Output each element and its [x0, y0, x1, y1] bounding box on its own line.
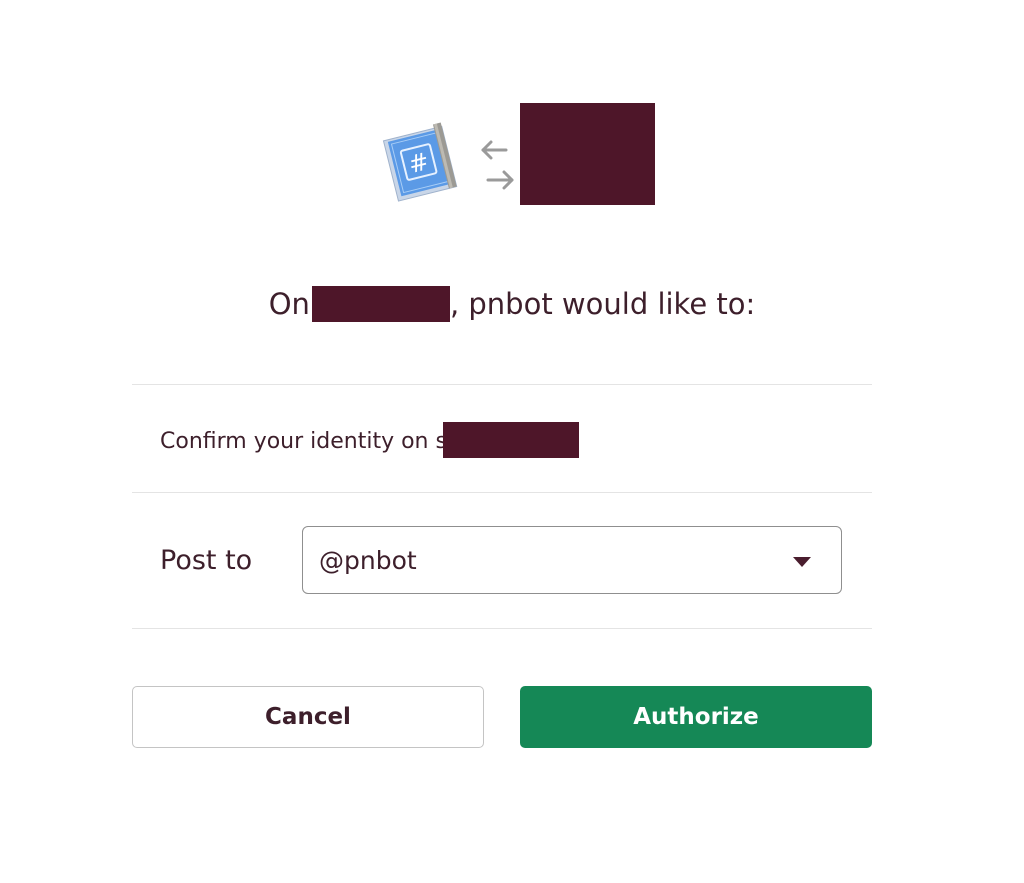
post-to-label: Post to: [160, 545, 253, 576]
permission-identity: Confirm your identity on s: [160, 422, 579, 460]
chevron-down-icon: [793, 557, 811, 567]
slack-app-hash-icon: #: [382, 122, 458, 202]
cancel-button[interactable]: Cancel: [132, 686, 484, 748]
heading-suffix: , pnbot would like to:: [449, 287, 756, 321]
workspace-avatar-redacted: [520, 103, 655, 205]
post-to-selected-value: @pnbot: [319, 546, 417, 575]
exchange-arrows-icon: [481, 140, 514, 190]
redacted-workspace-domain: [442, 422, 579, 458]
divider-middle: [132, 492, 872, 493]
authorization-heading: On , pnbot would like to:: [0, 282, 1024, 326]
post-to-select[interactable]: @pnbot: [302, 526, 842, 594]
authorize-button[interactable]: Authorize: [520, 686, 872, 748]
permission-identity-text: Confirm your identity on s: [160, 429, 447, 454]
divider-bottom: [132, 628, 872, 629]
redacted-team-name: [311, 286, 450, 322]
divider-top: [132, 384, 872, 385]
heading-prefix: On: [268, 287, 310, 321]
